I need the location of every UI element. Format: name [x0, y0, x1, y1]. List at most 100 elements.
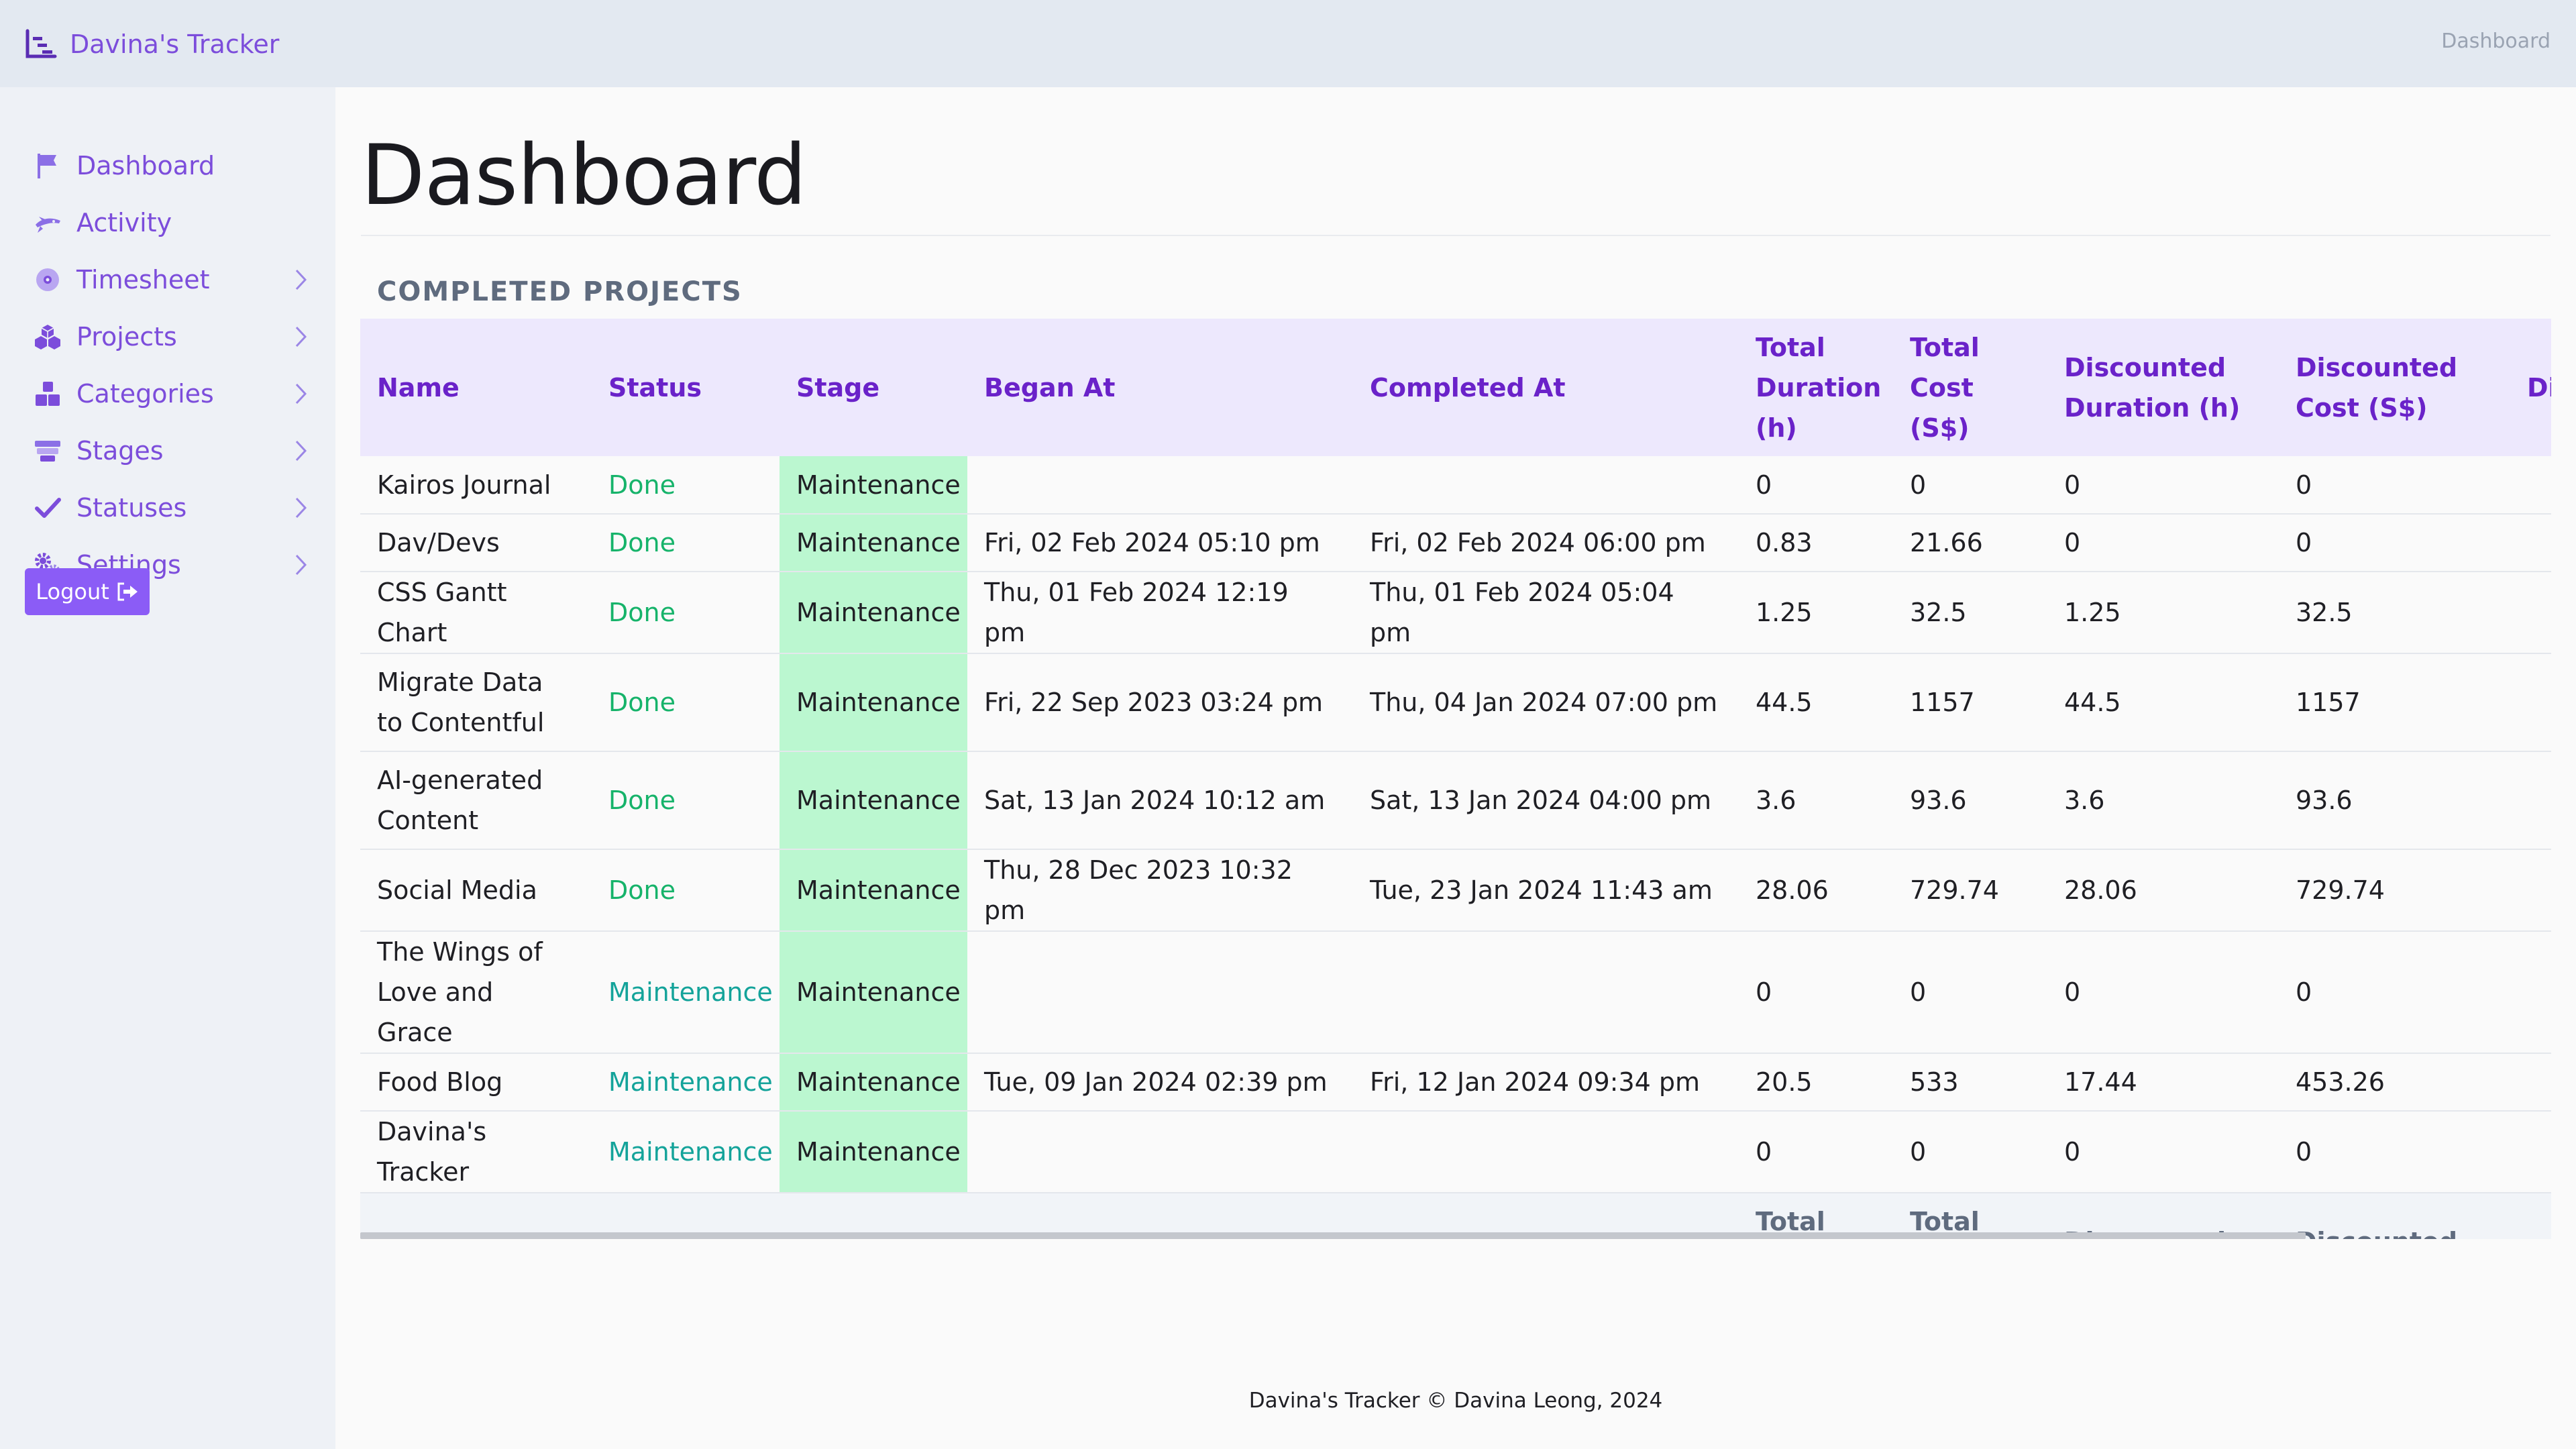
sidebar-item-projects[interactable]: Projects: [34, 313, 309, 360]
column-header-stage[interactable]: Stage: [780, 319, 967, 456]
table-header: Name Status Stage Began At Completed At …: [360, 319, 2551, 456]
cell-status: Done: [608, 688, 676, 717]
cell-status: Done: [608, 875, 676, 905]
column-header-discounted-duration[interactable]: Discounted Duration (h): [2047, 319, 2279, 456]
cell-total-duration: 20.5: [1756, 1067, 1813, 1097]
cell-began-at: Thu, 28 Dec 2023 10:32 pm: [984, 855, 1293, 925]
logout-button[interactable]: Logout: [25, 568, 150, 615]
cell-extra: [2510, 849, 2551, 931]
cell-discounted-cost: 0: [2296, 977, 2312, 1007]
cell-total-duration: 0: [1756, 1137, 1772, 1167]
cell-status: Done: [608, 598, 676, 627]
cell-total-cost: 533: [1910, 1067, 1959, 1097]
cell-began-at: Fri, 22 Sep 2023 03:24 pm: [984, 688, 1324, 717]
cell-discounted-cost: 0: [2296, 470, 2312, 500]
column-header-discounted-cost[interactable]: Discounted Cost (S$): [2279, 319, 2510, 456]
brand-name: Davina's Tracker: [70, 30, 280, 59]
cell-extra: [2510, 653, 2551, 751]
column-header-status[interactable]: Status: [592, 319, 780, 456]
sidebar-item-stages[interactable]: Stages: [34, 427, 309, 474]
disc-icon: [36, 268, 59, 291]
cell-total-duration: 44.5: [1756, 688, 1813, 717]
cell-stage: Maintenance: [780, 456, 967, 514]
chevron-right-icon: [295, 269, 307, 290]
cell-discounted-duration: 0: [2064, 1137, 2081, 1167]
cubes-icon: [35, 325, 60, 350]
table-row: Dav/Devs Done Maintenance Fri, 02 Feb 2024 …: [360, 514, 2551, 572]
table-row: The Wings of Love and Grace Maintenance Ma…: [360, 931, 2551, 1053]
chevron-right-icon: [295, 326, 307, 347]
table-row: Social Media Done Maintenance Thu, 28 Dec 2…: [360, 849, 2551, 931]
cell-total-duration: 0.83: [1756, 528, 1813, 557]
cell-extra: [2510, 751, 2551, 849]
sidebar-item-label: Activity: [76, 208, 172, 237]
column-header-total-cost[interactable]: Total Cost (S$): [1893, 319, 2047, 456]
column-header-completed-at[interactable]: Completed At: [1353, 319, 1739, 456]
chevron-right-icon: [295, 440, 307, 462]
cell-began-at: Fri, 02 Feb 2024 05:10 pm: [984, 528, 1320, 557]
cell-name: Davina's Tracker: [377, 1117, 487, 1187]
sidebar-item-label: Statuses: [76, 493, 187, 523]
cell-completed-at: Thu, 04 Jan 2024 07:00 pm: [1370, 688, 1718, 717]
sidebar-item-statuses[interactable]: Statuses: [34, 484, 309, 531]
chevron-right-icon: [295, 497, 307, 519]
cell-began-at: Thu, 01 Feb 2024 12:19 pm: [984, 578, 1289, 647]
cell-discounted-cost: 0: [2296, 528, 2312, 557]
cell-discounted-duration: 0: [2064, 977, 2081, 1007]
cell-began-at: [967, 931, 1353, 1053]
cell-discounted-cost: 453.26: [2296, 1067, 2385, 1097]
section-title: COMPLETED PROJECTS: [377, 276, 743, 307]
cell-discounted-duration: 0: [2064, 528, 2081, 557]
chevron-right-icon: [295, 383, 307, 405]
cell-discounted-cost: 729.74: [2296, 875, 2385, 905]
cell-total-duration: 0: [1756, 977, 1772, 1007]
column-header-truncated[interactable]: Di: [2510, 319, 2551, 456]
cell-stage: Maintenance: [780, 751, 967, 849]
cell-discounted-duration: 1.25: [2064, 598, 2121, 627]
table-row: Migrate Data to Contentful Done Maintenanc…: [360, 653, 2551, 751]
column-header-name[interactable]: Name: [360, 319, 592, 456]
cell-stage: Maintenance: [780, 1111, 967, 1193]
divider: [361, 235, 2551, 236]
cell-total-duration: 0: [1756, 470, 1772, 500]
cell-completed-at: [1353, 456, 1739, 514]
cell-discounted-cost: 1157: [2296, 688, 2361, 717]
cell-completed-at: [1353, 931, 1739, 1053]
cell-discounted-cost: 93.6: [2296, 786, 2353, 815]
sidebar-item-dashboard[interactable]: Dashboard: [34, 142, 309, 189]
flag-icon: [38, 154, 56, 178]
cell-total-duration: 28.06: [1756, 875, 1829, 905]
sidebar-item-timesheet[interactable]: Timesheet: [34, 256, 309, 303]
cell-discounted-duration: 0: [2064, 470, 2081, 500]
column-header-began-at[interactable]: Began At: [967, 319, 1353, 456]
brand-link[interactable]: Davina's Tracker: [24, 24, 279, 64]
cell-completed-at: Tue, 23 Jan 2024 11:43 am: [1370, 875, 1713, 905]
logout-label: Logout: [36, 579, 109, 604]
cell-stage: Maintenance: [780, 1053, 967, 1111]
completed-projects-table-container[interactable]: Name Status Stage Began At Completed At …: [360, 319, 2551, 1239]
cell-extra: [2510, 1111, 2551, 1193]
cell-status: Maintenance: [608, 1067, 773, 1097]
cell-extra: [2510, 572, 2551, 653]
cell-total-cost: 0: [1910, 977, 1927, 1007]
horizontal-scrollbar[interactable]: [360, 1232, 2306, 1239]
cell-completed-at: Fri, 12 Jan 2024 09:34 pm: [1370, 1067, 1701, 1097]
sidebar-item-activity[interactable]: Activity: [34, 199, 309, 246]
shuttle-icon: [36, 217, 60, 233]
cell-status: Maintenance: [608, 977, 773, 1007]
cell-name: Kairos Journal: [377, 470, 551, 500]
cell-completed-at: Sat, 13 Jan 2024 04:00 pm: [1370, 786, 1712, 815]
cell-name: CSS Gantt Chart: [377, 578, 507, 647]
cell-began-at: Tue, 09 Jan 2024 02:39 pm: [984, 1067, 1328, 1097]
table-row: Kairos Journal Done Maintenance 0 0 0 0: [360, 456, 2551, 514]
completed-projects-table: Name Status Stage Began At Completed At …: [360, 319, 2551, 1239]
cell-name: Migrate Data to Contentful: [377, 667, 545, 737]
sidebar-item-categories[interactable]: Categories: [34, 370, 309, 417]
cell-status: Done: [608, 786, 676, 815]
cell-total-cost: 32.5: [1910, 598, 1967, 627]
column-header-total-duration[interactable]: Total Duration (h): [1739, 319, 1893, 456]
cell-total-cost: 1157: [1910, 688, 1975, 717]
sidebar-item-label: Dashboard: [76, 151, 215, 180]
cell-began-at: [967, 456, 1353, 514]
breadcrumb-dashboard[interactable]: Dashboard: [2441, 30, 2551, 53]
